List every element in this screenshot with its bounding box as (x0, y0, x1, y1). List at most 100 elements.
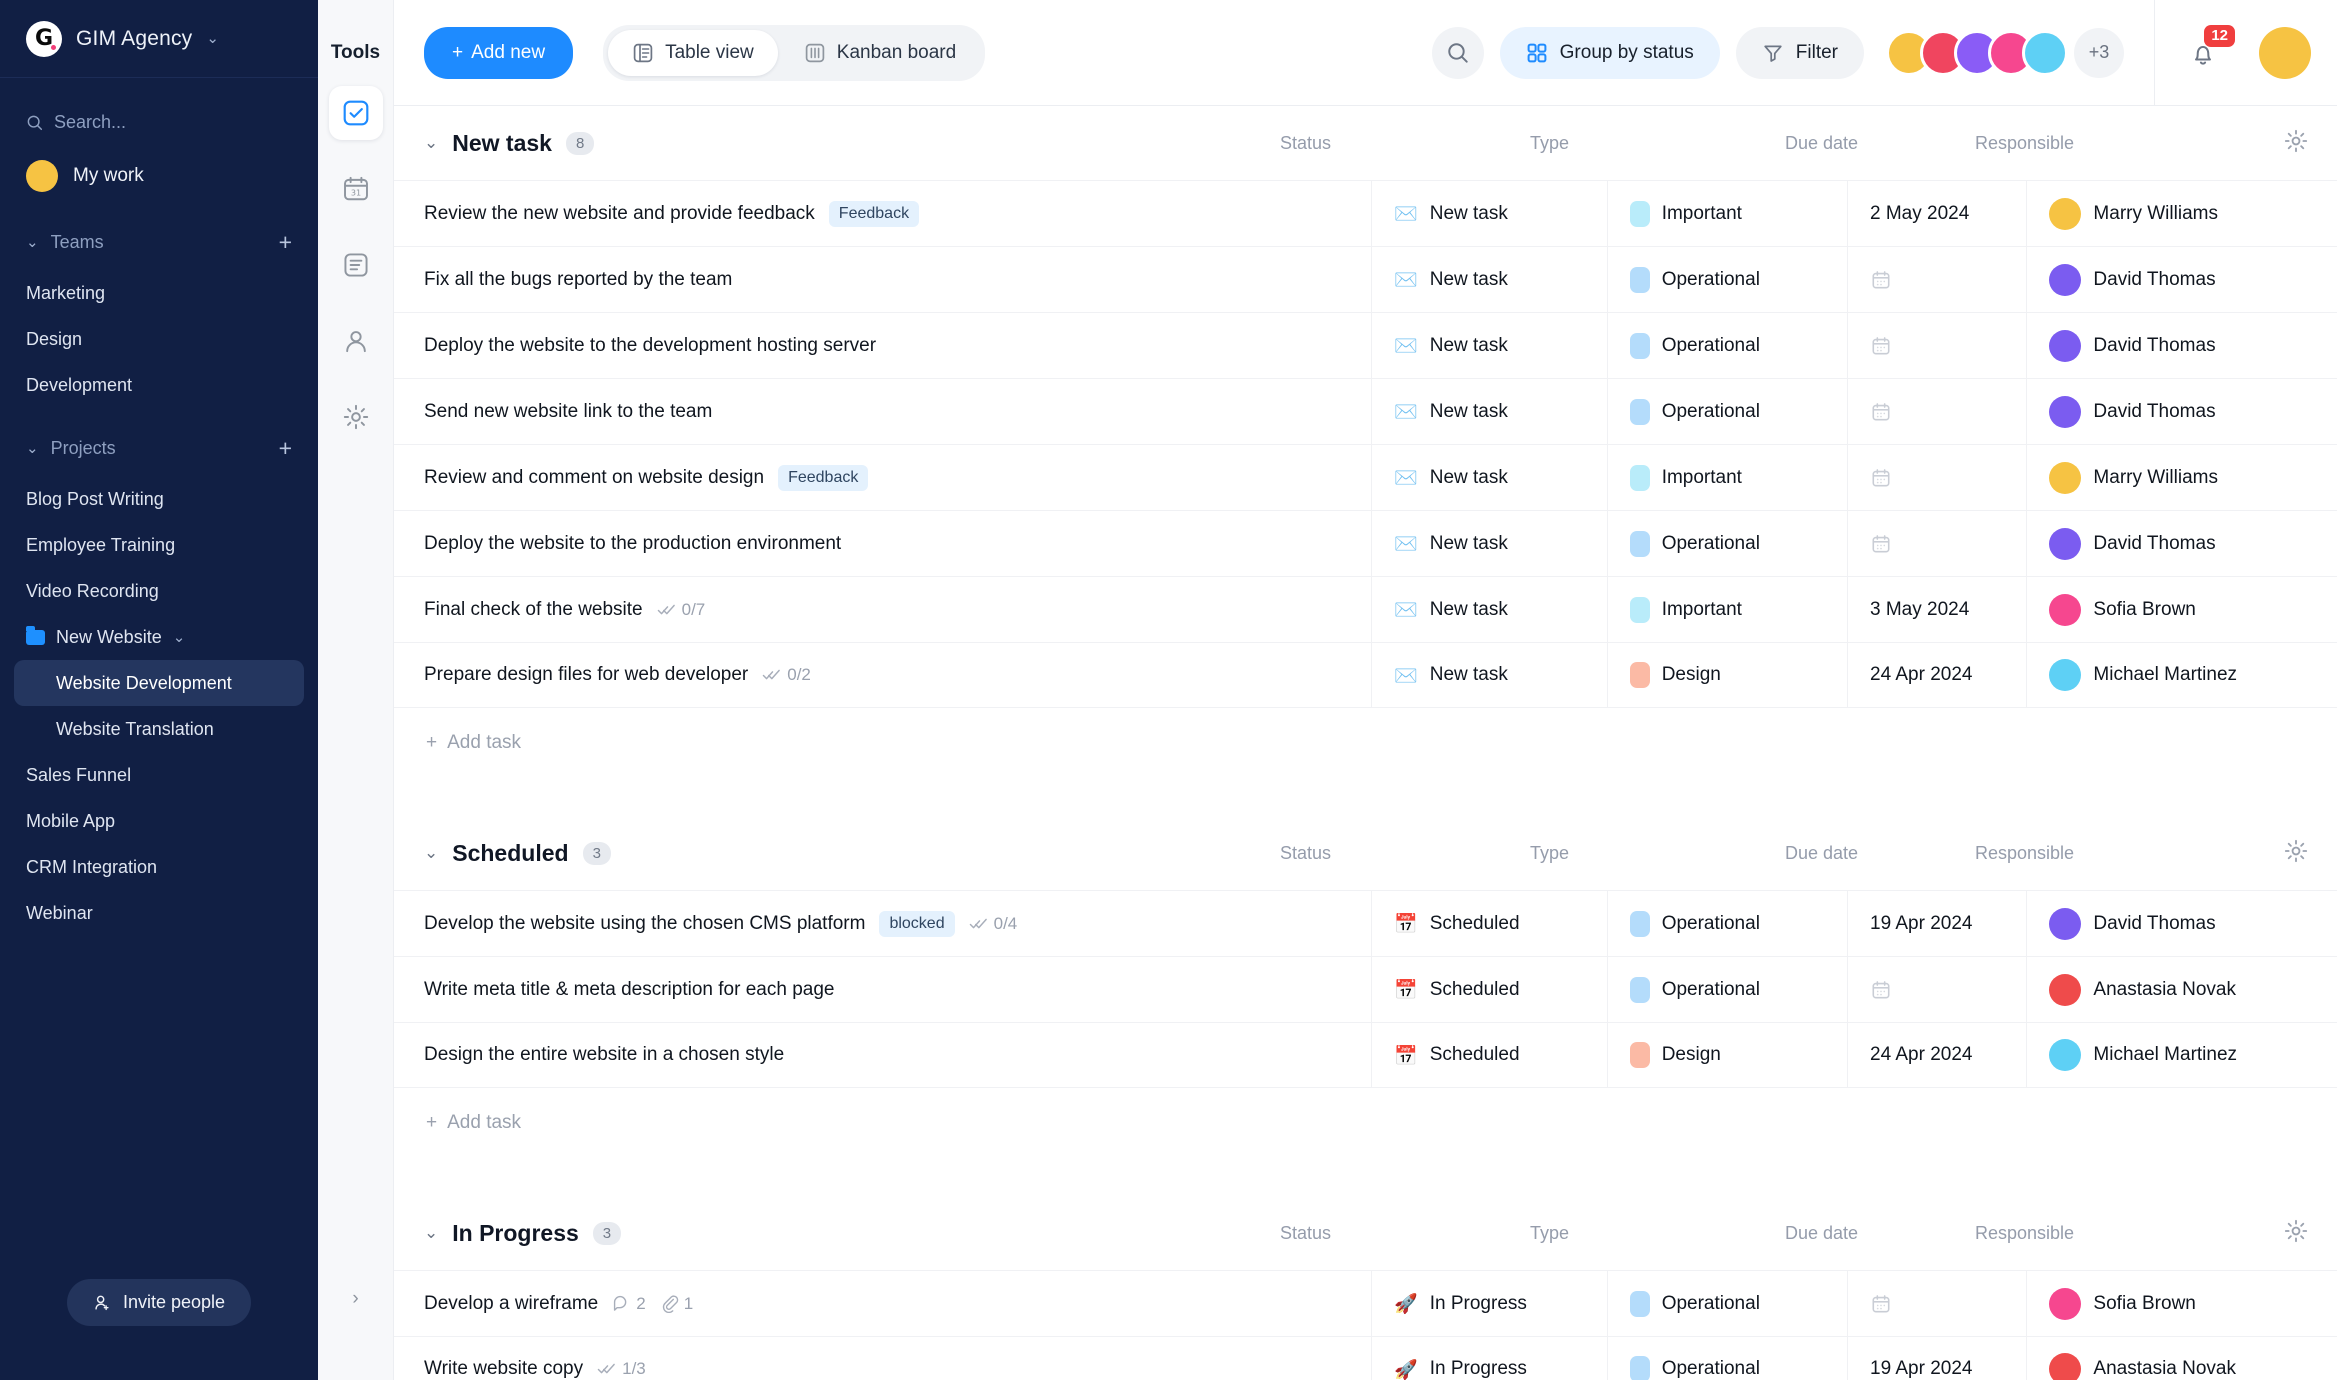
chevron-down-icon[interactable]: ⌄ (206, 31, 219, 46)
due-date-cell[interactable]: 3 May 2024 (1847, 576, 2026, 643)
status-cell[interactable]: ✉️ New task (1371, 510, 1607, 577)
task-name-cell[interactable]: Write website copy 1/3 (424, 1358, 1371, 1380)
sidebar-item-video-recording[interactable]: Video Recording (0, 568, 318, 614)
add-new-button[interactable]: + Add new (424, 26, 574, 79)
column-header-status[interactable]: Status (1258, 843, 1508, 864)
status-cell[interactable]: ✉️ New task (1371, 576, 1607, 643)
status-cell[interactable]: 📅 Scheduled (1371, 956, 1607, 1023)
table-row[interactable]: Deploy the website to the production env… (394, 510, 2337, 577)
member-avatars[interactable]: +3 (1886, 27, 2124, 78)
table-row[interactable]: Send new website link to the team ✉️ New t… (394, 378, 2337, 445)
responsible-cell[interactable]: Sofia Brown (2026, 576, 2337, 643)
column-settings-button[interactable] (2283, 128, 2309, 159)
tab-table-view[interactable]: Table view (608, 29, 778, 76)
status-cell[interactable]: ✉️ New task (1371, 642, 1607, 708)
responsible-cell[interactable]: Michael Martinez (2026, 642, 2337, 708)
task-name-cell[interactable]: Prepare design files for web developer 0/… (424, 664, 1371, 686)
task-name-cell[interactable]: Fix all the bugs reported by the team (424, 269, 1371, 291)
tool-tasks[interactable] (328, 86, 383, 140)
due-date-cell[interactable] (1847, 444, 2026, 511)
sidebar-item-my-work[interactable]: My work (0, 150, 318, 202)
column-settings-button[interactable] (2283, 838, 2309, 869)
column-header-responsible[interactable]: Responsible (1953, 1223, 2283, 1244)
add-task-button[interactable]: + Add task (394, 1088, 2337, 1158)
workspace-switcher[interactable]: G GIM Agency ⌄ (0, 0, 318, 78)
table-row[interactable]: Develop the website using the chosen CMS… (394, 890, 2337, 957)
add-team-button[interactable]: + (279, 230, 292, 254)
due-date-cell[interactable]: 19 Apr 2024 (1847, 1336, 2026, 1380)
status-cell[interactable]: ✉️ New task (1371, 378, 1607, 445)
responsible-cell[interactable]: Michael Martinez (2026, 1022, 2337, 1088)
type-cell[interactable]: Operational (1606, 956, 1847, 1023)
table-row[interactable]: Review and comment on website design Feed… (394, 444, 2337, 511)
responsible-cell[interactable]: Marry Williams (2026, 180, 2337, 247)
column-header-status[interactable]: Status (1258, 133, 1508, 154)
responsible-cell[interactable]: Anastasia Novak (2026, 956, 2337, 1023)
search-input[interactable]: Search... (0, 94, 318, 150)
table-row[interactable]: Deploy the website to the development ho… (394, 312, 2337, 379)
more-members-button[interactable]: +3 (2074, 27, 2124, 78)
add-project-button[interactable]: + (279, 436, 292, 460)
column-header-type[interactable]: Type (1508, 133, 1763, 154)
tool-settings[interactable] (329, 390, 383, 444)
type-cell[interactable]: Design (1606, 642, 1847, 708)
chevron-down-icon[interactable]: ⌄ (424, 843, 438, 863)
group-title[interactable]: ⌄ In Progress 3 (424, 1220, 1258, 1247)
responsible-cell[interactable]: David Thomas (2026, 312, 2337, 379)
sidebar-item-website-development[interactable]: Website Development (14, 660, 304, 706)
filter-button[interactable]: Filter (1735, 26, 1864, 79)
group-title[interactable]: ⌄ Scheduled 3 (424, 840, 1258, 867)
type-cell[interactable]: Operational (1606, 312, 1847, 379)
tab-kanban-board[interactable]: Kanban board (780, 30, 980, 76)
task-name-cell[interactable]: Develop the website using the chosen CMS… (424, 910, 1371, 937)
sidebar-item-sales-funnel[interactable]: Sales Funnel (0, 752, 318, 798)
due-date-cell[interactable] (1847, 312, 2026, 379)
type-cell[interactable]: Operational (1606, 246, 1847, 313)
due-date-cell[interactable]: 24 Apr 2024 (1847, 642, 2026, 708)
avatar[interactable] (2022, 29, 2068, 76)
task-table[interactable]: ⌄ New task 8 Status Type Due date Respon… (394, 106, 2337, 1380)
status-cell[interactable]: ✉️ New task (1371, 246, 1607, 313)
table-row[interactable]: Write meta title & meta description for … (394, 956, 2337, 1023)
table-row[interactable]: Review the new website and provide feedb… (394, 180, 2337, 247)
due-date-cell[interactable] (1847, 378, 2026, 445)
tool-contacts[interactable] (329, 314, 383, 368)
chevron-down-icon[interactable]: ⌄ (26, 235, 39, 250)
responsible-cell[interactable]: Marry Williams (2026, 444, 2337, 511)
task-name-cell[interactable]: Design the entire website in a chosen st… (424, 1044, 1371, 1066)
responsible-cell[interactable]: David Thomas (2026, 246, 2337, 313)
due-date-cell[interactable] (1847, 1270, 2026, 1337)
sidebar-item-new-website[interactable]: New Website ⌄ (0, 614, 318, 660)
tool-calendar[interactable]: 31 (329, 162, 383, 216)
table-row[interactable]: Final check of the website 0/7 ✉️ New task I… (394, 576, 2337, 643)
table-row[interactable]: Write website copy 1/3 🚀 In Progress Operati… (394, 1336, 2337, 1380)
sidebar-item-design[interactable]: Design (0, 316, 318, 362)
task-tag[interactable]: Feedback (778, 464, 869, 491)
column-header-responsible[interactable]: Responsible (1953, 133, 2283, 154)
task-name-cell[interactable]: Deploy the website to the production env… (424, 533, 1371, 555)
task-tag[interactable]: blocked (879, 910, 955, 937)
table-row[interactable]: Develop a wireframe 2 1 🚀 In Progress Operati… (394, 1270, 2337, 1337)
column-header-due-date[interactable]: Due date (1763, 843, 1953, 864)
type-cell[interactable]: Important (1606, 444, 1847, 511)
type-cell[interactable]: Important (1606, 180, 1847, 247)
sidebar-item-development[interactable]: Development (0, 362, 318, 408)
column-header-responsible[interactable]: Responsible (1953, 843, 2283, 864)
column-settings-button[interactable] (2283, 1218, 2309, 1249)
task-name-cell[interactable]: Develop a wireframe 2 1 (424, 1293, 1371, 1315)
task-name-cell[interactable]: Review and comment on website design Feed… (424, 464, 1371, 491)
responsible-cell[interactable]: Sofia Brown (2026, 1270, 2337, 1337)
table-row[interactable]: Fix all the bugs reported by the team ✉️ N… (394, 246, 2337, 313)
sidebar-item-employee-training[interactable]: Employee Training (0, 522, 318, 568)
table-row[interactable]: Prepare design files for web developer 0/… (394, 642, 2337, 708)
task-name-cell[interactable]: Deploy the website to the development ho… (424, 335, 1371, 357)
type-cell[interactable]: Design (1606, 1022, 1847, 1088)
table-row[interactable]: Design the entire website in a chosen st… (394, 1022, 2337, 1088)
search-button[interactable] (1431, 26, 1484, 79)
column-header-status[interactable]: Status (1258, 1223, 1508, 1244)
chevron-down-icon[interactable]: ⌄ (424, 133, 438, 153)
due-date-cell[interactable] (1847, 246, 2026, 313)
column-header-type[interactable]: Type (1508, 1223, 1763, 1244)
column-header-due-date[interactable]: Due date (1763, 133, 1953, 154)
sidebar-item-mobile-app[interactable]: Mobile App (0, 798, 318, 844)
